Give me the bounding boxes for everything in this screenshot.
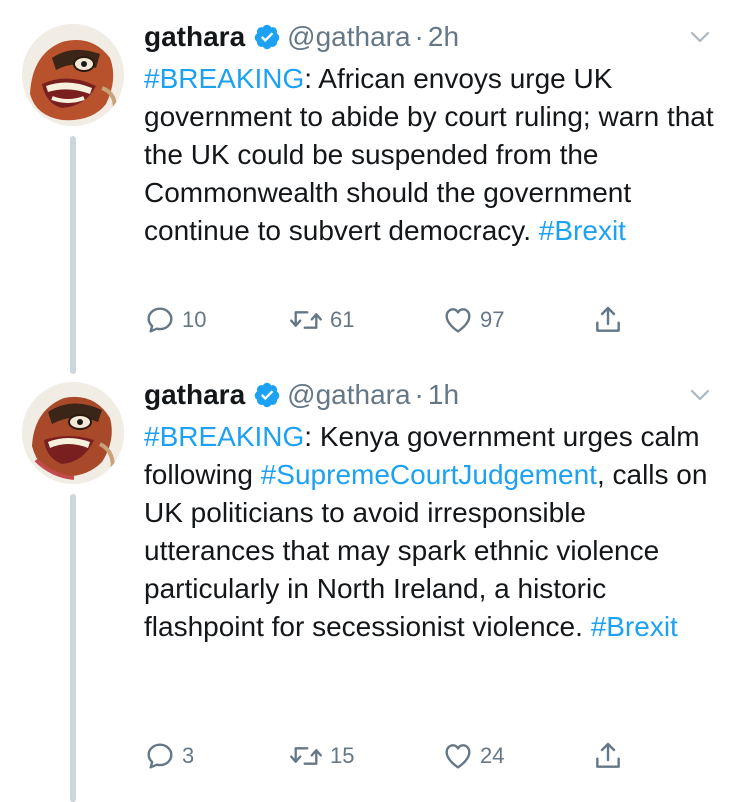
separator-dot: · bbox=[414, 21, 424, 52]
thread-line bbox=[70, 136, 76, 374]
tweet-header: gathara @gathara · 1h bbox=[144, 378, 459, 412]
reply-count: 10 bbox=[182, 307, 207, 332]
retweet-button[interactable]: 15 bbox=[288, 738, 354, 774]
display-name[interactable]: gathara bbox=[144, 20, 245, 54]
tweet-actions: 10 61 97 bbox=[144, 302, 644, 338]
separator-dot: · bbox=[414, 379, 424, 410]
like-count: 97 bbox=[480, 307, 505, 332]
tweet-header: gathara @gathara · 2h bbox=[144, 20, 459, 54]
share-icon bbox=[596, 742, 620, 768]
tweet-text: #BREAKING: Kenya government urges calm f… bbox=[144, 418, 724, 646]
display-name[interactable]: gathara bbox=[144, 378, 245, 412]
timestamp[interactable]: 1h bbox=[428, 378, 459, 412]
hashtag-link[interactable]: #SupremeCourtJudgement bbox=[261, 459, 597, 490]
share-icon bbox=[596, 306, 620, 332]
reply-button[interactable]: 3 bbox=[144, 738, 194, 774]
retweet-icon bbox=[290, 747, 322, 765]
hashtag-link[interactable]: #BREAKING bbox=[144, 421, 304, 452]
thread-line bbox=[70, 494, 76, 802]
timestamp[interactable]: 2h bbox=[428, 20, 459, 54]
handle[interactable]: @gathara bbox=[287, 20, 410, 54]
retweet-count: 15 bbox=[330, 743, 355, 768]
reply-icon bbox=[147, 743, 173, 769]
tweet-2[interactable]: gathara @gathara · 1h #BREAKING: Kenya g… bbox=[0, 360, 741, 802]
verified-badge-icon bbox=[254, 382, 280, 408]
retweet-icon bbox=[290, 311, 322, 329]
retweet-count: 61 bbox=[330, 307, 355, 332]
share-button[interactable] bbox=[592, 738, 624, 774]
chevron-down-icon[interactable] bbox=[689, 26, 711, 48]
like-button[interactable]: 97 bbox=[442, 302, 504, 338]
hashtag-link[interactable]: #Brexit bbox=[591, 611, 678, 642]
retweet-button[interactable]: 61 bbox=[288, 302, 354, 338]
tweet-actions: 3 15 24 bbox=[144, 738, 644, 774]
heart-icon bbox=[445, 308, 471, 333]
tweet-text: #BREAKING: African envoys urge UK govern… bbox=[144, 60, 724, 250]
hashtag-link[interactable]: #BREAKING bbox=[144, 63, 304, 94]
tweet-1[interactable]: gathara @gathara · 2h #BREAKING: African… bbox=[0, 0, 741, 380]
avatar[interactable] bbox=[22, 24, 124, 126]
like-count: 24 bbox=[480, 743, 505, 768]
heart-icon bbox=[445, 744, 471, 769]
reply-button[interactable]: 10 bbox=[144, 302, 206, 338]
handle[interactable]: @gathara bbox=[287, 378, 410, 412]
reply-count: 3 bbox=[182, 743, 195, 768]
hashtag-link[interactable]: #Brexit bbox=[539, 215, 626, 246]
like-button[interactable]: 24 bbox=[442, 738, 504, 774]
reply-icon bbox=[147, 307, 173, 333]
avatar[interactable] bbox=[22, 382, 124, 484]
verified-badge-icon bbox=[254, 24, 280, 50]
share-button[interactable] bbox=[592, 302, 624, 338]
chevron-down-icon[interactable] bbox=[689, 384, 711, 406]
